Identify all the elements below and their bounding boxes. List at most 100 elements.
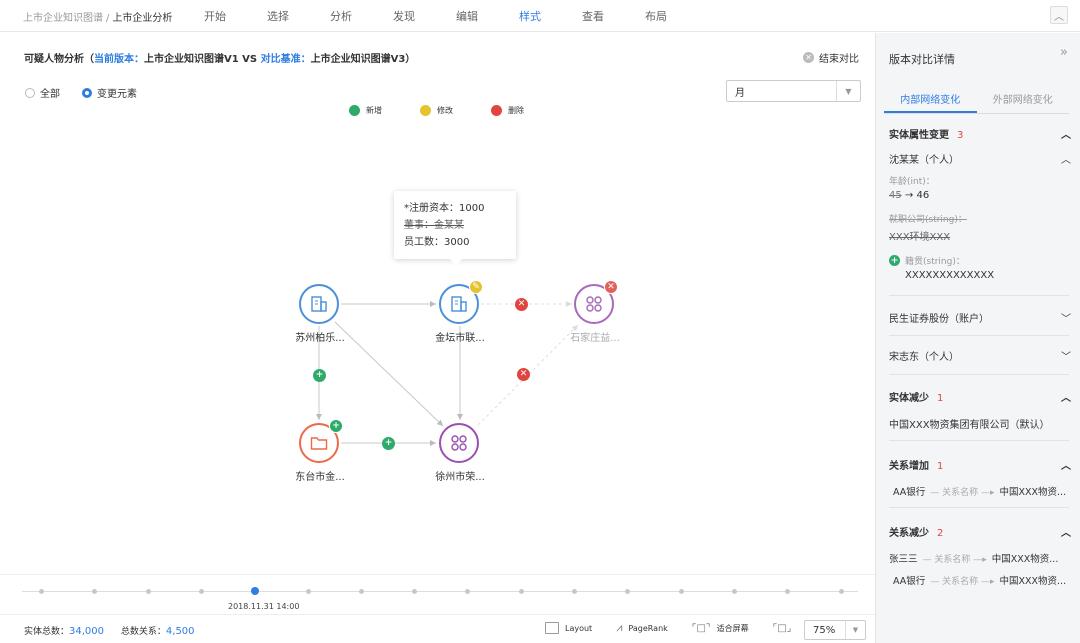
chevron-up-icon[interactable]: ︿ <box>1061 126 1071 141</box>
timeline-point[interactable] <box>838 589 844 594</box>
relation-from: AA银行 <box>893 576 926 587</box>
layout-label: Layout <box>565 623 593 633</box>
entity-decrease-section[interactable]: 实体减少 1 ︿ 中国XXX物资集团有限公司（默认） <box>889 389 1071 431</box>
layout-button[interactable]: Layout <box>545 622 592 634</box>
timeline-point[interactable] <box>785 589 791 594</box>
relation-increase-section[interactable]: 关系增加 1 ︿ AA银行 — 关系名称 —▸ 中国XXX物资... <box>889 457 1071 498</box>
timeline[interactable]: 2018.11.31 14:00 <box>0 574 875 614</box>
node-suzhou[interactable] <box>299 284 339 324</box>
timeline-point[interactable] <box>625 589 631 594</box>
pagerank-icon: ⩘ <box>616 621 623 634</box>
attr-native-value: XXXXXXXXXXXXX <box>905 270 995 281</box>
menu-start[interactable]: 开始 <box>204 8 226 24</box>
arrow-right-icon: → <box>904 190 914 201</box>
section-count: 1 <box>937 393 944 404</box>
breadcrumb-parent[interactable]: 上市企业知识图谱 <box>23 13 103 24</box>
chevron-up-icon[interactable]: ︿ <box>1061 524 1071 539</box>
relation-decrease-item: AA银行 — 关系名称 —▸ 中国XXX物资... <box>889 573 1071 587</box>
tab-external[interactable]: 外部网络变化 <box>977 91 1070 113</box>
person-3-name-text: 宋志东（个人） <box>889 352 959 363</box>
chevron-up-icon[interactable]: ︿ <box>1061 389 1071 404</box>
chevron-up-icon[interactable]: ︿ <box>1061 151 1071 166</box>
status-bar: 实体总数：34,000 总数关系：4,500 Layout ⩘ PageRank … <box>0 614 875 643</box>
section-header: 实体减少 1 ︿ <box>889 389 1071 404</box>
focus-button[interactable]: ⌜□⌟ <box>773 623 792 634</box>
deleted-badge-icon: ✕ <box>604 280 618 294</box>
relation-total-label: 总数关系： <box>120 627 166 637</box>
focus-icon: ⌜□⌟ <box>772 622 792 634</box>
timeline-point[interactable] <box>412 589 418 594</box>
attr-change-section[interactable]: 实体属性变更 3 ︿ <box>889 126 1071 141</box>
tab-internal[interactable]: 内部网络变化 <box>884 91 977 113</box>
section-count: 1 <box>937 461 944 472</box>
menu-style[interactable]: 样式 <box>519 8 541 24</box>
double-chevron-right-icon[interactable]: » <box>1060 45 1068 60</box>
menu-view[interactable]: 查看 <box>582 8 604 24</box>
timeline-point[interactable] <box>572 589 577 594</box>
menu-select[interactable]: 选择 <box>267 8 289 24</box>
relation-decrease-section[interactable]: 关系减少 2 ︿ 张三三 — 关系名称 —▸ 中国XXX物资... AA银行 — 关系名称… <box>889 524 1071 587</box>
person-1[interactable]: 沈某某（个人） ︿ 年龄(int)： 45 → 46 就职公司(string)： … <box>889 151 1071 281</box>
relation-name: — 关系名称 —▸ <box>930 487 995 498</box>
collapse-button[interactable]: ︿ <box>1050 6 1068 24</box>
pagerank-label: PageRank <box>628 623 668 633</box>
node-label-dongtai: 东台市金... <box>295 472 345 483</box>
menu-analyze[interactable]: 分析 <box>330 8 352 24</box>
timeline-point[interactable] <box>145 589 151 594</box>
timeline-point[interactable] <box>92 589 98 594</box>
main-menu: 开始 选择 分析 发现 编辑 样式 查看 布局 <box>204 8 708 24</box>
node-jintan[interactable]: ✎ <box>439 280 483 324</box>
zoom-select[interactable]: 75% ▼ <box>804 620 866 640</box>
tab-underline <box>884 113 1069 114</box>
timeline-date: 2018.11.31 14:00 <box>228 602 300 611</box>
relation-from: 张三三 <box>889 554 918 565</box>
node-label-jintan: 金坛市联... <box>435 333 485 344</box>
account-item[interactable]: 民生证券股份（账户） ﹀ <box>889 310 1071 325</box>
section-title: 实体属性变更 <box>889 130 949 141</box>
zoom-value: 75% <box>813 624 836 636</box>
edge-deleted-icon: ✕ <box>515 298 528 311</box>
account-name-text: 民生证券股份（账户） <box>889 314 989 325</box>
menu-discover[interactable]: 发现 <box>393 8 415 24</box>
relation-increase-item: AA银行 — 关系名称 —▸ 中国XXX物资... <box>889 484 1071 498</box>
person-3-item[interactable]: 宋志东（个人） ﹀ <box>889 348 1071 363</box>
layout-icon <box>545 622 559 634</box>
timeline-point[interactable] <box>39 589 44 594</box>
timeline-point[interactable] <box>465 589 471 594</box>
tooltip-line-staff: 员工数：3000 <box>404 237 470 248</box>
edge-suzhou-xuzhou[interactable] <box>334 321 444 427</box>
chevron-up-icon[interactable]: ︿ <box>1061 457 1071 472</box>
fit-screen-button[interactable]: ⌜□⌝ 适合屏幕 <box>692 623 749 634</box>
node-dongtai[interactable]: + <box>299 419 343 463</box>
pagerank-button[interactable]: ⩘ PageRank <box>616 621 668 635</box>
added-badge-icon: + <box>329 419 343 433</box>
chevron-down-icon[interactable]: ﹀ <box>1061 348 1071 363</box>
node-shijiazhuang[interactable]: ✕ <box>574 280 618 324</box>
compare-detail-panel: 版本对比详情 » 内部网络变化 外部网络变化 实体属性变更 3 ︿ 沈某某（个人） ︿… <box>875 33 1080 643</box>
section-count: 2 <box>937 528 944 539</box>
graph-view[interactable]: ✕ ✕ + + 苏州柏乐... ✎ 金坛市联... ✕ 石家庄益... + 东台… <box>0 33 875 573</box>
timeline-point[interactable] <box>731 589 737 594</box>
top-bar: 上市企业知识图谱 / 上市企业分析 开始 选择 分析 发现 编辑 样式 查看 布局 … <box>0 0 1080 32</box>
menu-edit[interactable]: 编辑 <box>456 8 478 24</box>
section-header: 实体属性变更 3 ︿ <box>889 126 1071 141</box>
timeline-point[interactable] <box>518 589 524 594</box>
age-new: 46 <box>916 190 930 201</box>
attr-age-value: 45 → 46 <box>889 190 1071 201</box>
node-xuzhou[interactable] <box>439 423 479 463</box>
native-label-text: 籍贯(string)： <box>905 257 965 267</box>
node-tooltip: *注册资本：1000 董事：金某某 员工数：3000 <box>394 191 516 265</box>
timeline-point[interactable] <box>305 589 311 594</box>
relation-name: — 关系名称 —▸ <box>922 554 987 565</box>
menu-layout[interactable]: 布局 <box>645 8 667 24</box>
chevron-down-icon[interactable]: ﹀ <box>1061 310 1071 325</box>
breadcrumb: 上市企业知识图谱 / 上市企业分析 <box>23 9 172 24</box>
chevron-down-icon: ▼ <box>845 621 865 639</box>
timeline-point[interactable] <box>358 589 364 594</box>
timeline-current-point[interactable] <box>250 587 259 595</box>
timeline-point[interactable] <box>198 589 204 594</box>
timeline-point[interactable] <box>678 589 684 594</box>
section-title: 关系减少 <box>889 528 929 539</box>
tooltip-line-director: 董事：金某某 <box>404 220 464 231</box>
relation-to: 中国XXX物资... <box>991 554 1059 565</box>
